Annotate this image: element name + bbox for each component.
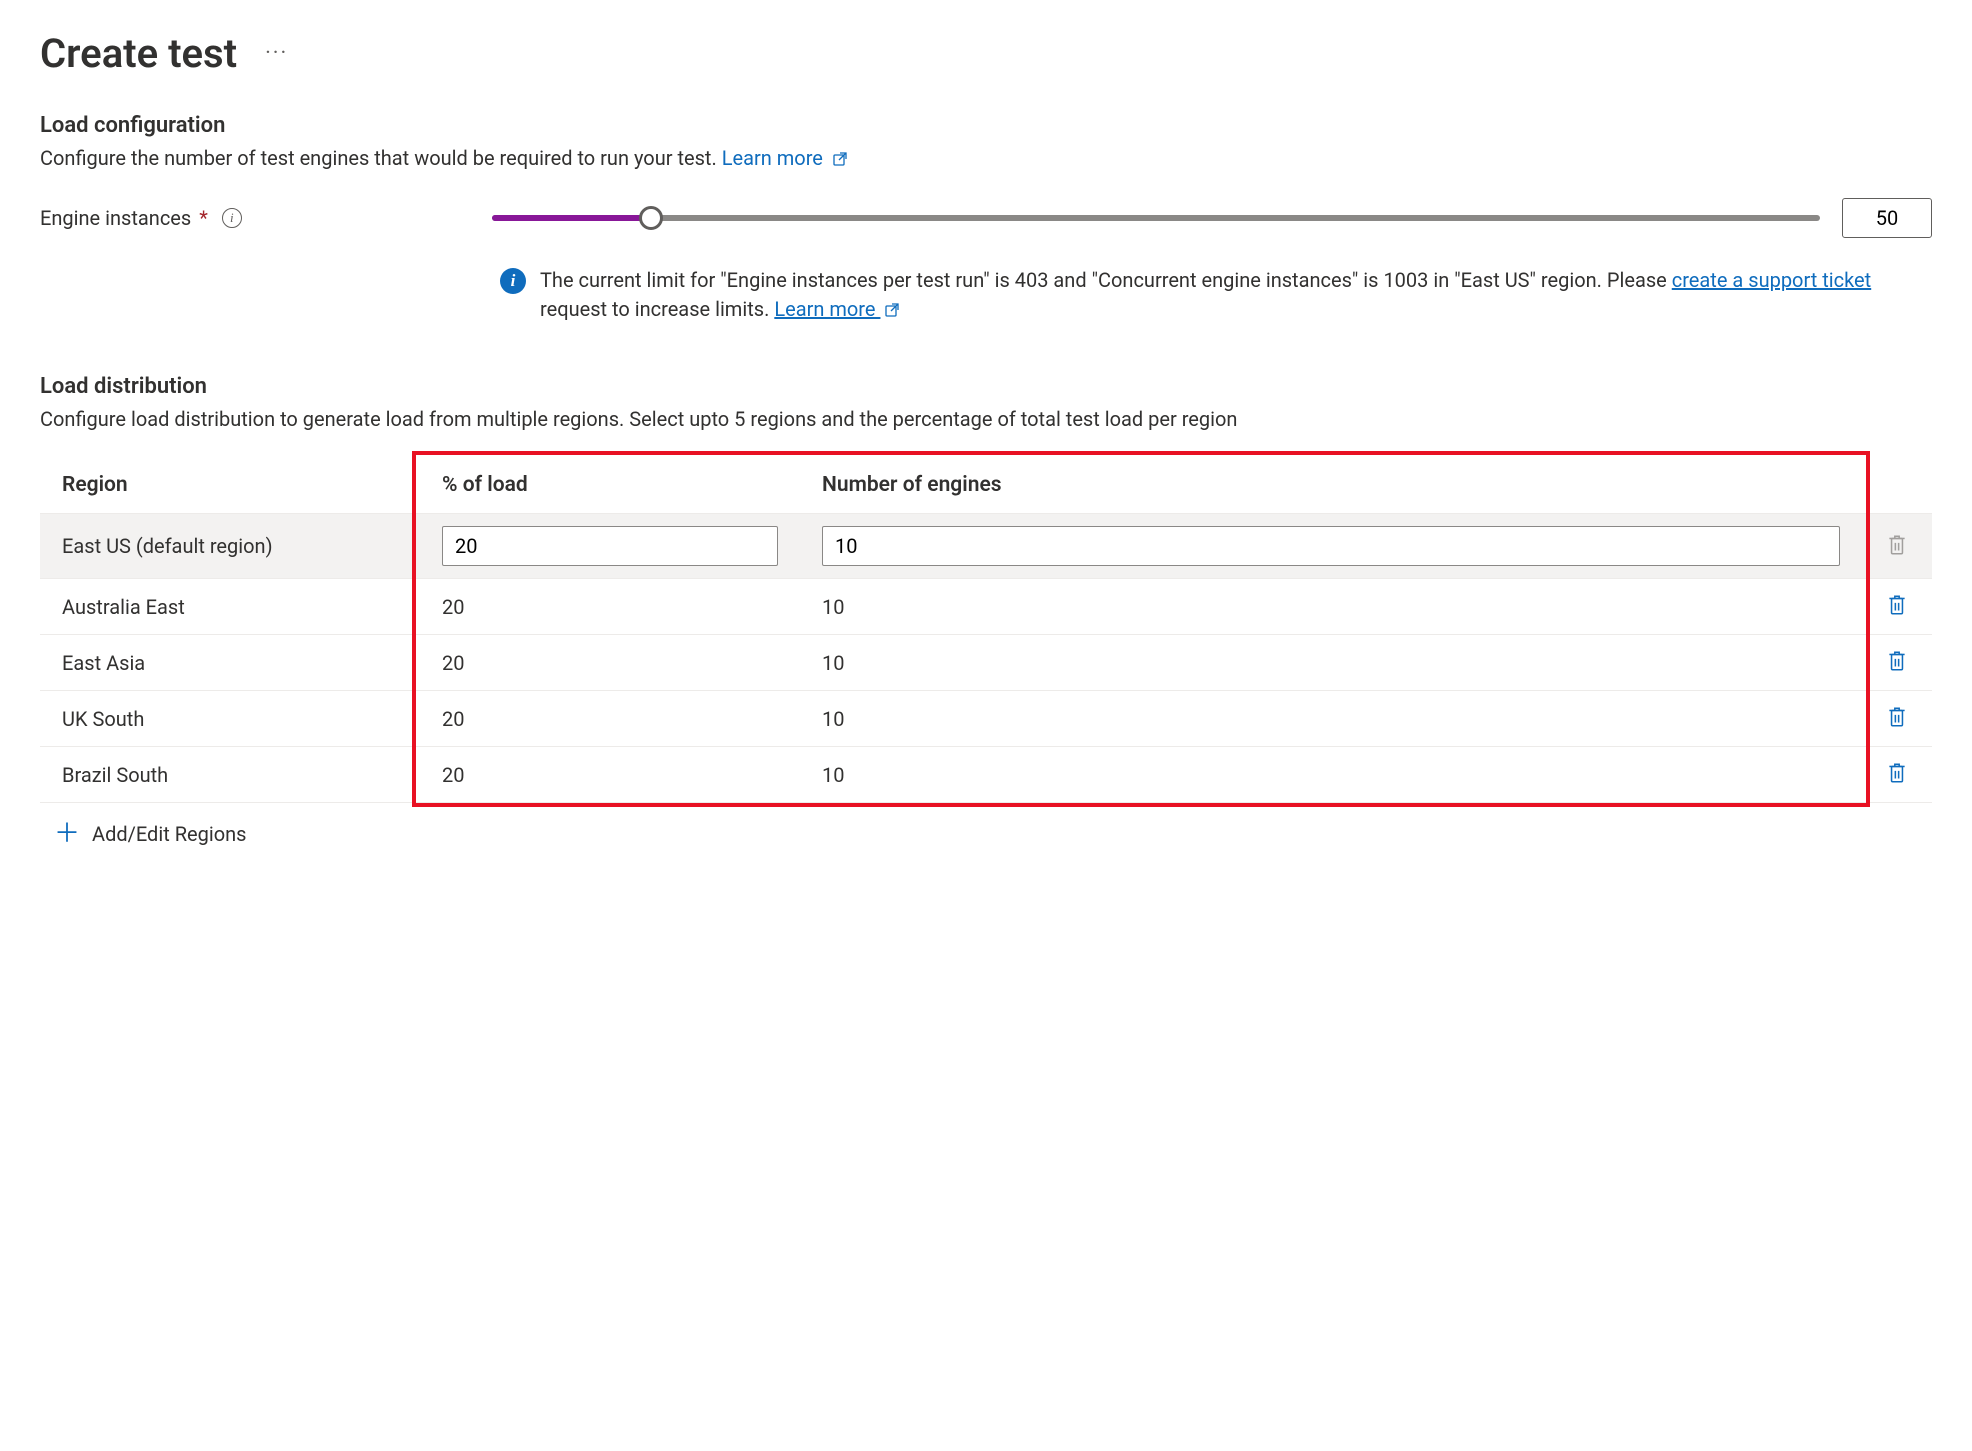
- table-row: East US (default region): [40, 514, 1932, 579]
- trash-icon: [1886, 533, 1908, 557]
- delete-cell: [1862, 579, 1932, 635]
- create-support-ticket-link[interactable]: create a support ticket: [1672, 268, 1871, 292]
- load-config-learn-more-text: Learn more: [722, 146, 823, 170]
- trash-icon: [1886, 593, 1908, 617]
- engines-cell: 10: [800, 747, 1862, 803]
- external-link-icon: [884, 297, 900, 326]
- engine-instances-input[interactable]: [1842, 198, 1932, 238]
- load-dist-subtext: Configure load distribution to generate …: [40, 405, 1932, 433]
- plus-icon: ＋: [54, 821, 80, 847]
- region-cell: Australia East: [40, 579, 420, 635]
- delete-region-button: [1884, 531, 1910, 559]
- delete-region-button[interactable]: [1884, 759, 1910, 787]
- region-cell: UK South: [40, 691, 420, 747]
- percent-cell: 20: [420, 635, 800, 691]
- trash-icon: [1886, 761, 1908, 785]
- engine-instances-label: Engine instances: [40, 206, 191, 230]
- engines-cell: 10: [800, 635, 1862, 691]
- external-link-icon: [832, 146, 848, 174]
- engines-cell: 10: [800, 691, 1862, 747]
- header-engines: Number of engines: [800, 457, 1862, 514]
- load-config-subtext-text: Configure the number of test engines tha…: [40, 146, 722, 170]
- delete-cell: [1862, 691, 1932, 747]
- table-row: UK South2010: [40, 691, 1932, 747]
- info-learn-more-link[interactable]: Learn more: [774, 297, 900, 321]
- delete-cell: [1862, 514, 1932, 579]
- engines-cell: 10: [800, 579, 1862, 635]
- load-distribution-table: Region % of load Number of engines East …: [40, 457, 1932, 803]
- delete-cell: [1862, 635, 1932, 691]
- percent-cell: 20: [420, 691, 800, 747]
- delete-region-button[interactable]: [1884, 647, 1910, 675]
- load-config-learn-more-link[interactable]: Learn more: [722, 146, 848, 170]
- region-cell: Brazil South: [40, 747, 420, 803]
- table-row: East Asia2010: [40, 635, 1932, 691]
- engines-cell: [800, 514, 1862, 579]
- engines-input[interactable]: [822, 526, 1840, 566]
- more-actions-icon[interactable]: ···: [265, 41, 288, 66]
- header-percent: % of load: [420, 457, 800, 514]
- trash-icon: [1886, 649, 1908, 673]
- percent-cell: 20: [420, 579, 800, 635]
- header-region: Region: [40, 457, 420, 514]
- percent-input[interactable]: [442, 526, 778, 566]
- percent-cell: [420, 514, 800, 579]
- page-title: Create test: [40, 30, 237, 77]
- add-edit-regions-button[interactable]: ＋ Add/Edit Regions: [40, 803, 1932, 853]
- delete-region-button[interactable]: [1884, 591, 1910, 619]
- load-dist-heading: Load distribution: [40, 374, 1932, 399]
- info-learn-more-text: Learn more: [774, 297, 875, 321]
- region-cell: East Asia: [40, 635, 420, 691]
- delete-region-button[interactable]: [1884, 703, 1910, 731]
- region-cell: East US (default region): [40, 514, 420, 579]
- percent-cell: 20: [420, 747, 800, 803]
- add-edit-regions-label: Add/Edit Regions: [92, 822, 246, 846]
- info-icon: i: [500, 268, 526, 294]
- slider-thumb[interactable]: [639, 206, 663, 230]
- engine-limit-info-text: The current limit for "Engine instances …: [540, 266, 1932, 326]
- info-tooltip-icon[interactable]: i: [222, 208, 242, 228]
- load-config-subtext: Configure the number of test engines tha…: [40, 144, 1932, 174]
- trash-icon: [1886, 705, 1908, 729]
- required-indicator: *: [199, 206, 208, 230]
- engine-limit-info-banner: i The current limit for "Engine instance…: [500, 266, 1932, 326]
- load-config-heading: Load configuration: [40, 113, 1932, 138]
- table-row: Brazil South2010: [40, 747, 1932, 803]
- info-text-a: The current limit for "Engine instances …: [540, 268, 1672, 292]
- info-text-b: request to increase limits.: [540, 297, 774, 321]
- table-row: Australia East2010: [40, 579, 1932, 635]
- delete-cell: [1862, 747, 1932, 803]
- engine-instances-slider[interactable]: [492, 206, 1820, 230]
